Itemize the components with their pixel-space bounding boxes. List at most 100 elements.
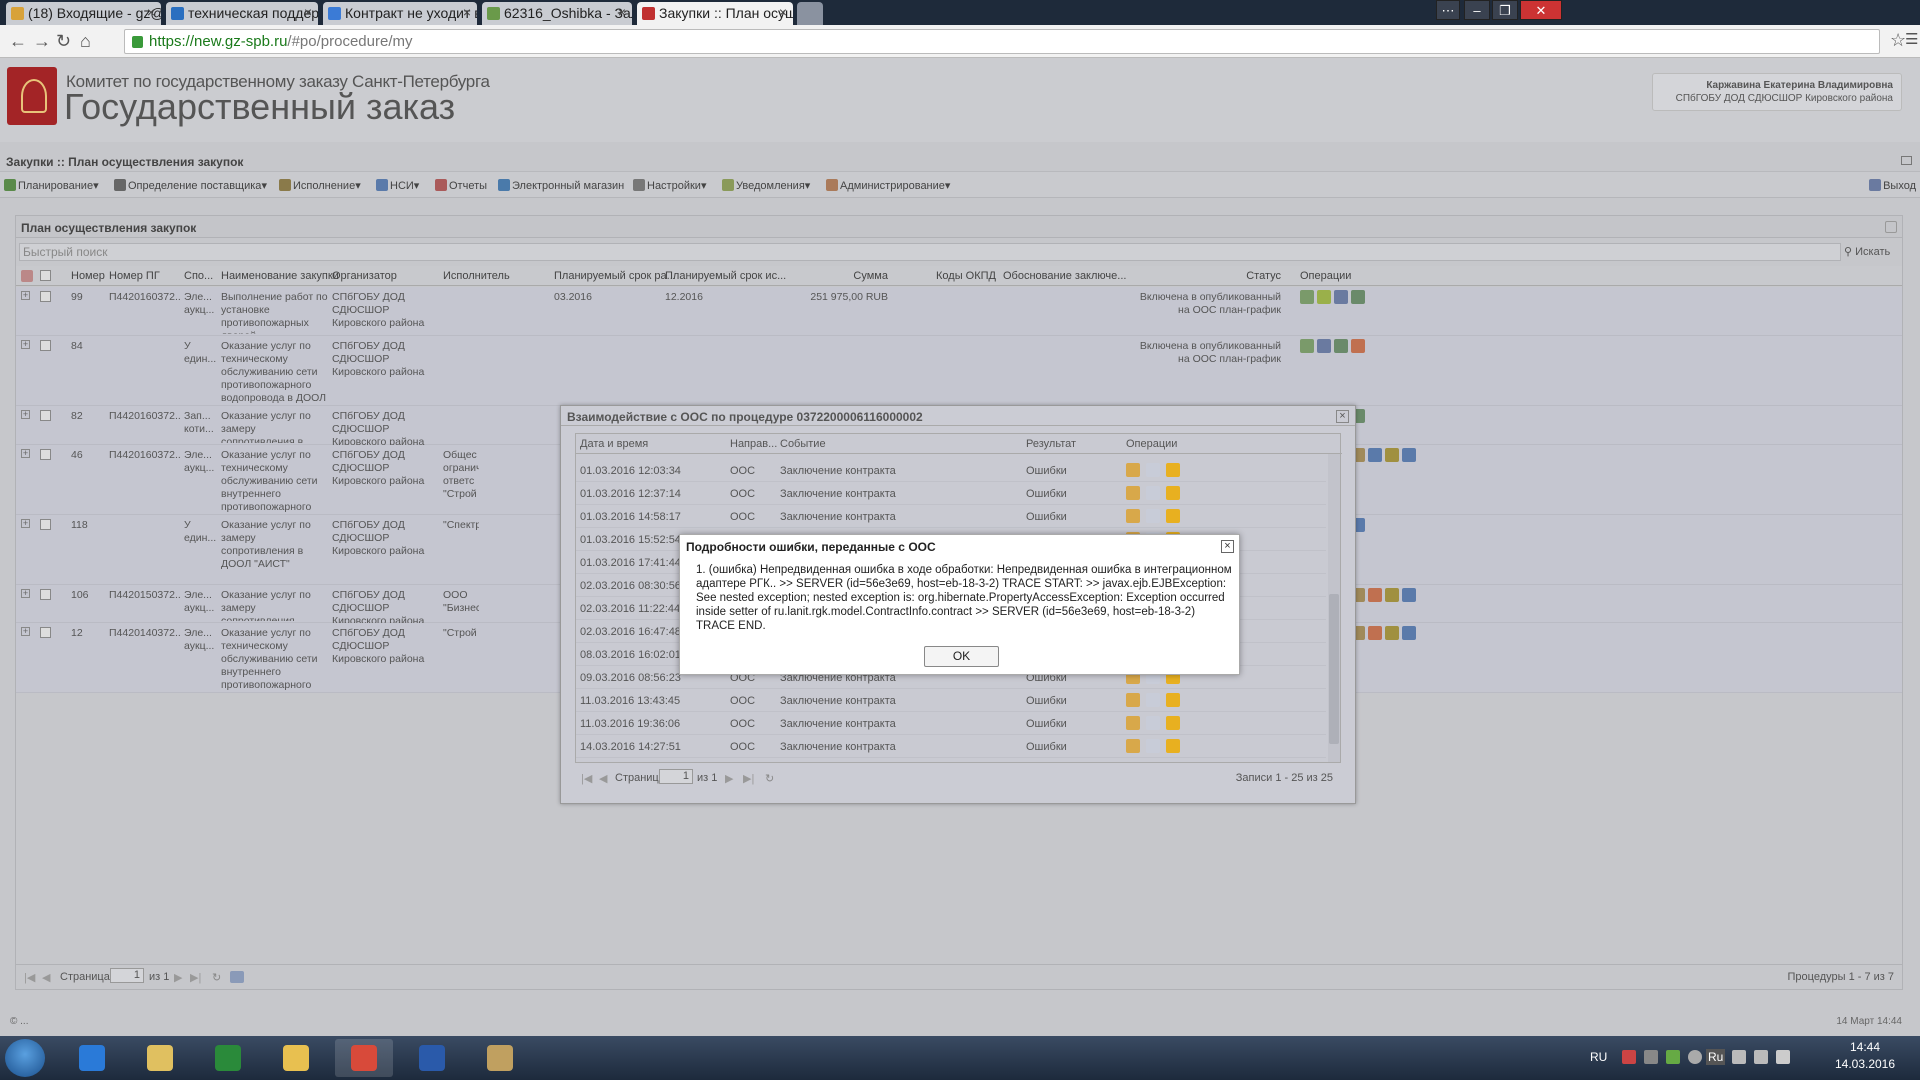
explorer-taskbar-button[interactable]	[131, 1039, 189, 1077]
operation-icon[interactable]	[1317, 339, 1331, 353]
filter-icon[interactable]	[21, 270, 33, 282]
window-close-icon[interactable]: ✕	[1520, 0, 1562, 20]
cell-name[interactable]: Оказание услуг по техническому обслужива…	[221, 340, 328, 404]
tab-close-icon[interactable]: ×	[304, 4, 312, 20]
menu-item[interactable]: Уведомления▾	[722, 179, 810, 192]
refresh-icon[interactable]	[1885, 221, 1897, 233]
tab-close-icon[interactable]: ×	[618, 4, 626, 20]
browser-tab[interactable]: (18) Входящие - gz@s ×	[6, 2, 161, 25]
expand-icon[interactable]: +	[21, 340, 30, 349]
row-checkbox[interactable]	[40, 410, 51, 421]
oos-row[interactable]: 01.03.2016 12:03:34 ООС Заключение контрак…	[576, 459, 1326, 482]
prev-page-icon[interactable]: ◀	[42, 971, 50, 984]
column-header[interactable]: Номер	[71, 270, 105, 282]
menu-item[interactable]: Планирование▾	[4, 179, 99, 192]
row-checkbox[interactable]	[40, 519, 51, 530]
row-checkbox[interactable]	[40, 627, 51, 638]
cell-name[interactable]: Оказание услуг по замеру сопротивления в…	[221, 410, 328, 443]
oos-column-header[interactable]: Результат	[1026, 438, 1076, 450]
reload-icon[interactable]: ↻	[56, 31, 71, 51]
menu-item[interactable]: НСИ▾	[376, 179, 419, 192]
save-icon[interactable]	[230, 971, 244, 983]
refresh-page-icon[interactable]: ↻	[212, 971, 221, 984]
oos-page-input[interactable]: 1	[659, 769, 693, 784]
nvidia-icon[interactable]	[1666, 1050, 1680, 1064]
star-icon[interactable]: ☆	[1890, 30, 1906, 50]
package-icon[interactable]	[1126, 486, 1140, 500]
column-header[interactable]: Исполнитель	[443, 270, 510, 282]
folder-taskbar-button[interactable]	[267, 1039, 325, 1077]
minimize-icon[interactable]: –	[1464, 0, 1490, 20]
excel-taskbar-button[interactable]	[199, 1039, 257, 1077]
package-icon[interactable]	[1126, 716, 1140, 730]
close-icon[interactable]: ×	[1336, 410, 1349, 423]
warning-icon[interactable]	[1166, 693, 1180, 707]
exit-button[interactable]: Выход	[1869, 179, 1916, 192]
menu-item[interactable]: Отчеты	[435, 179, 487, 192]
browser-tab[interactable]: 62316_Oshibka - Зали×	[482, 2, 632, 25]
document-icon[interactable]	[1146, 486, 1160, 500]
user-info[interactable]: Каржавина Екатерина Владимировна СПбГОБУ…	[1652, 73, 1902, 111]
document-icon[interactable]	[1146, 463, 1160, 477]
column-header[interactable]: Номер ПГ	[109, 270, 160, 282]
start-button[interactable]	[5, 1039, 45, 1077]
operation-icon[interactable]	[1385, 448, 1399, 462]
menu-item[interactable]: Определение поставщика▾	[114, 179, 267, 192]
operation-icon[interactable]	[1368, 588, 1382, 602]
menu-icon[interactable]: ☰	[1905, 30, 1918, 50]
oos-row[interactable]: 01.03.2016 12:37:14 ООС Заключение контрак…	[576, 482, 1326, 505]
next-page-icon[interactable]: ▶	[174, 971, 182, 984]
column-header[interactable]: Статус	[1136, 270, 1281, 282]
oos-row[interactable]: 01.03.2016 14:58:17 ООС Заключение контрак…	[576, 505, 1326, 528]
warning-icon[interactable]	[1166, 716, 1180, 730]
expand-icon[interactable]: +	[21, 589, 30, 598]
tab-close-icon[interactable]: ×	[779, 4, 787, 20]
tab-close-icon[interactable]: ×	[147, 4, 155, 20]
forward-icon[interactable]: →	[33, 31, 51, 51]
warning-icon[interactable]	[1166, 463, 1180, 477]
document-icon[interactable]	[1146, 716, 1160, 730]
warning-icon[interactable]	[1166, 509, 1180, 523]
column-header[interactable]: Операции	[1300, 270, 1351, 282]
keyboard-layout[interactable]: Ru	[1706, 1049, 1726, 1065]
network-icon[interactable]	[1644, 1050, 1658, 1064]
operation-icon[interactable]	[1368, 448, 1382, 462]
operation-icon[interactable]	[1385, 588, 1399, 602]
update-icon[interactable]	[1688, 1050, 1702, 1064]
package-icon[interactable]	[1126, 693, 1140, 707]
warning-icon[interactable]	[1166, 486, 1180, 500]
flag-icon[interactable]	[1622, 1050, 1636, 1064]
operation-icon[interactable]	[1317, 290, 1331, 304]
quick-search-input[interactable]: Быстрый поиск	[19, 243, 1841, 261]
operation-icon[interactable]	[1402, 588, 1416, 602]
tab-close-icon[interactable]: ×	[463, 4, 471, 20]
last-page-icon[interactable]: ▶|	[190, 971, 201, 984]
oos-next-page-icon[interactable]: ▶	[725, 772, 733, 785]
cell-name[interactable]: Оказание услуг по замеру сопротивления в…	[221, 519, 328, 583]
operation-icon[interactable]	[1385, 626, 1399, 640]
oos-prev-page-icon[interactable]: ◀	[599, 772, 607, 785]
column-header[interactable]: Обоснование заключе...	[1003, 270, 1126, 282]
menu-item[interactable]: Исполнение▾	[279, 179, 361, 192]
operation-icon[interactable]	[1334, 339, 1348, 353]
package-icon[interactable]	[1126, 739, 1140, 753]
row-checkbox[interactable]	[40, 340, 51, 351]
oos-scroll-thumb[interactable]	[1329, 594, 1339, 744]
expand-icon[interactable]: +	[21, 519, 30, 528]
column-header[interactable]: Планируемый срок ис...	[665, 270, 786, 282]
ok-button[interactable]: OK	[924, 646, 999, 667]
oos-column-header[interactable]: Направ...	[730, 438, 777, 450]
first-page-icon[interactable]: |◀	[24, 971, 35, 984]
column-header[interactable]: Организатор	[332, 270, 397, 282]
row-checkbox[interactable]	[40, 449, 51, 460]
operation-icon[interactable]	[1351, 339, 1365, 353]
operation-icon[interactable]	[1300, 339, 1314, 353]
operation-icon[interactable]	[1368, 626, 1382, 640]
home-icon[interactable]: ⌂	[80, 31, 91, 51]
cell-name[interactable]: Оказание услуг по техническому обслужива…	[221, 449, 328, 513]
clock[interactable]: 14:44 14.03.2016	[1830, 1040, 1900, 1071]
browser-tab[interactable]: техническая поддерж ×	[166, 2, 318, 25]
search-button[interactable]: ⚲ Искать	[1844, 245, 1890, 258]
select-all-checkbox[interactable]	[40, 270, 51, 281]
monitor-icon[interactable]	[1732, 1050, 1746, 1064]
